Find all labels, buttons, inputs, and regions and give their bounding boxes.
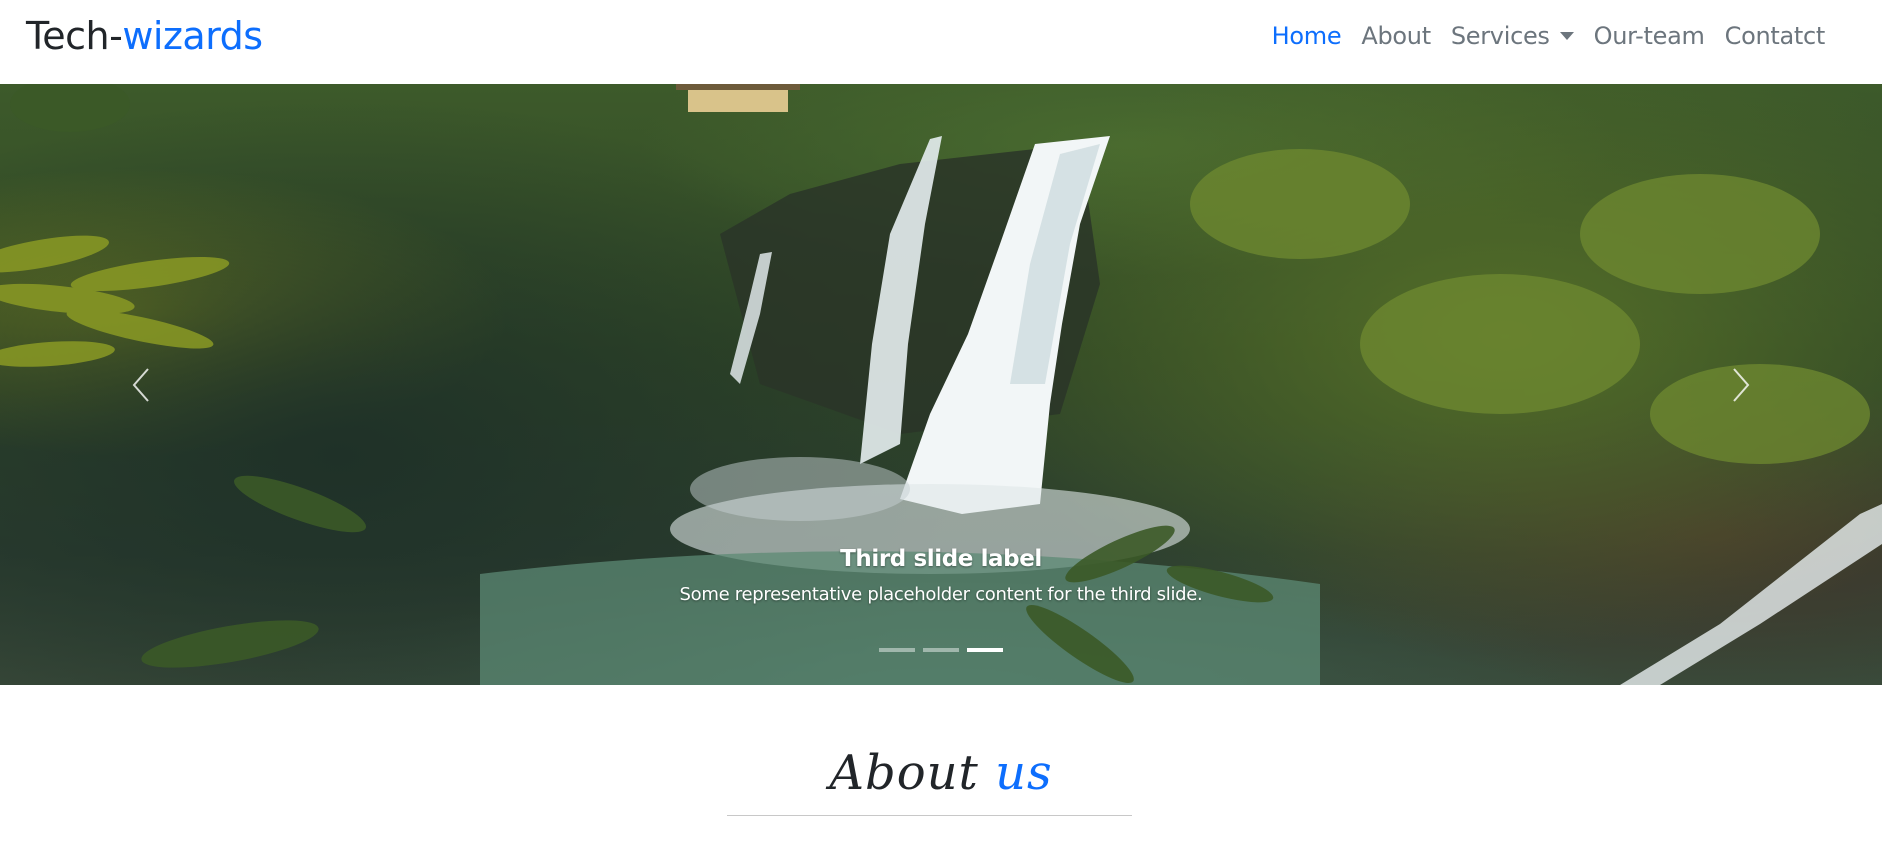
carousel-caption-text: Some representative placeholder content … (679, 584, 1203, 605)
brand-text-part1: Tech- (26, 14, 123, 58)
about-heading-part2: us (995, 745, 1053, 801)
chevron-right-icon (1733, 367, 1750, 402)
nav-services-dropdown[interactable]: Services (1451, 22, 1574, 50)
nav-services-label: Services (1450, 22, 1550, 50)
nav-about[interactable]: About (1361, 22, 1431, 50)
about-section: About us (0, 685, 1882, 847)
nav-menu: Home About Services Our-team Contatct (1272, 22, 1826, 50)
nav-our-team[interactable]: Our-team (1594, 22, 1705, 50)
brand-text-part2: wizards (122, 14, 263, 58)
carousel-indicator-2[interactable] (923, 648, 959, 652)
nav-contact[interactable]: Contatct (1725, 22, 1826, 50)
hero-carousel: Third slide label Some representative pl… (0, 84, 1882, 685)
about-divider (727, 815, 1132, 816)
about-heading: About us (0, 745, 1882, 801)
brand-logo[interactable]: Tech-wizards (26, 14, 263, 58)
carousel-indicator-3[interactable] (967, 648, 1003, 652)
carousel-indicator-1[interactable] (879, 648, 915, 652)
caret-down-icon (1559, 32, 1574, 40)
about-heading-part1: About (829, 745, 996, 801)
nav-home[interactable]: Home (1272, 22, 1342, 50)
carousel-caption: Third slide label Some representative pl… (0, 546, 1882, 605)
carousel-indicators (0, 648, 1882, 652)
chevron-left-icon (132, 367, 149, 402)
navbar: Tech-wizards Home About Services Our-tea… (0, 0, 1882, 84)
carousel-caption-title: Third slide label (840, 546, 1042, 572)
